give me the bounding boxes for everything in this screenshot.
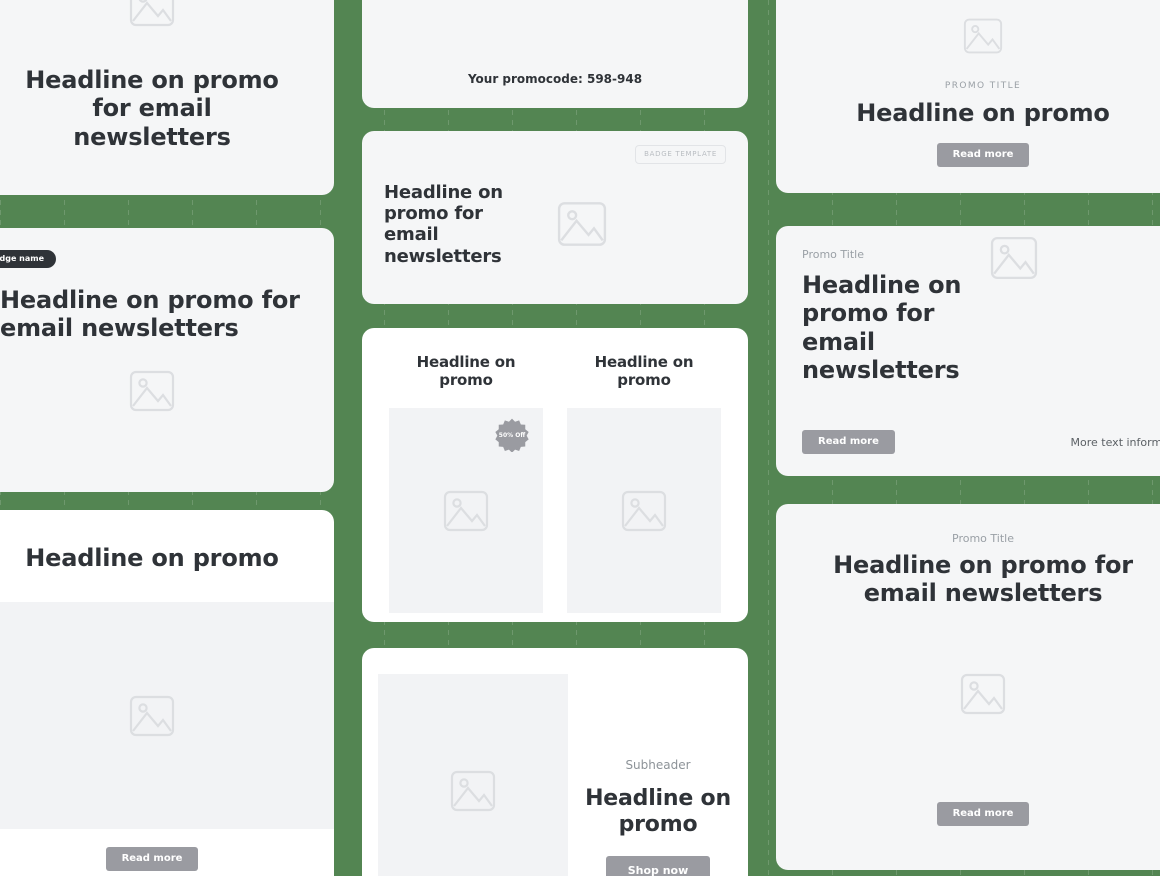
card-headline: Headline on promo for email newsletters: [0, 286, 300, 343]
promo-card-centered-full[interactable]: Promo Title Headline on promo for email …: [776, 504, 1160, 870]
image-placeholder-icon: [127, 369, 177, 413]
image-placeholder-icon: [448, 769, 498, 813]
promo-card-promo-title-caps[interactable]: Promo title Headline on promo Read more: [776, 0, 1160, 193]
card-footer: Read more More text information: [802, 430, 1160, 454]
image-placeholder-icon: [962, 17, 1004, 55]
read-more-button[interactable]: Read more: [802, 430, 895, 454]
promo-card-left-aligned[interactable]: Promo Title Headline on promo for email …: [776, 226, 1160, 476]
card-image-area: [378, 674, 568, 876]
image-placeholder-icon: [441, 489, 491, 533]
card-headline: Headline on promo for email newsletters: [25, 66, 279, 151]
card-subheader: Subheader: [625, 758, 691, 772]
card-headline: Headline on promo for email newsletters: [384, 182, 503, 267]
card-headline: Headline on promo: [856, 98, 1110, 127]
image-placeholder-icon: [988, 235, 1040, 281]
promo-card-promocode[interactable]: Your promocode: 598-948: [362, 0, 748, 108]
badge-template-chip: Badge template: [635, 145, 726, 164]
promo-card-badge-template[interactable]: Badge template Headline on promo for ema…: [362, 131, 748, 304]
promo-card-split-shop-now[interactable]: Subheader Headline on promo Shop now: [362, 648, 748, 876]
promo-card-badge-headline[interactable]: Badge name Headline on promo for email n…: [0, 228, 334, 492]
card-eyebrow: Promo Title: [952, 532, 1014, 545]
column-image-area: 50% Off: [389, 408, 543, 614]
shop-now-button[interactable]: Shop now: [605, 855, 711, 876]
promo-card-headline-image-button[interactable]: Headline on promo Read more: [0, 510, 334, 876]
card-headline: Headline on promo: [585, 786, 731, 837]
card-actions: Read more: [0, 847, 334, 872]
badge-name-pill: Badge name: [0, 250, 57, 268]
promo-column[interactable]: Headline on promo 50% Off: [389, 353, 543, 614]
template-gallery-board: Headline on promo for email newsletters …: [0, 0, 1160, 876]
card-body: Headline on promo for email newsletters: [802, 236, 1160, 384]
image-placeholder-icon: [127, 0, 177, 28]
promo-card-centered-headline[interactable]: Headline on promo for email newsletters: [0, 0, 334, 195]
image-placeholder-icon: [127, 694, 177, 738]
promo-card-two-column[interactable]: Headline on promo 50% Off Headline on pr…: [362, 328, 748, 622]
promo-column[interactable]: Headline on promo: [567, 353, 721, 614]
card-headline: Headline on promo for email newsletters: [833, 551, 1133, 608]
column-image-area: [567, 408, 721, 614]
image-placeholder-icon: [958, 672, 1008, 716]
read-more-button[interactable]: Read more: [105, 847, 199, 872]
image-placeholder-icon: [554, 200, 610, 248]
card-text-side: Subheader Headline on promo Shop now: [568, 674, 748, 876]
image-placeholder-icon: [619, 489, 669, 533]
discount-starburst-badge: 50% Off: [495, 418, 529, 453]
card-topbar: Badge template: [384, 145, 726, 164]
discount-label: 50% Off: [498, 431, 526, 439]
card-headline: Headline on promo for email newsletters: [802, 271, 962, 384]
promocode-text: Your promocode: 598-948: [467, 72, 643, 86]
card-headline: Headline on promo: [25, 544, 279, 572]
column-headline: Headline on promo: [416, 353, 516, 389]
card-footnote: More text information: [1070, 435, 1160, 449]
card-body: Headline on promo for email newsletters: [384, 182, 726, 267]
read-more-button[interactable]: Read more: [936, 801, 1030, 826]
column-headline: Headline on promo: [594, 353, 694, 389]
card-eyebrow: Promo title: [944, 80, 1022, 91]
card-image-area: [0, 602, 334, 830]
read-more-button[interactable]: Read more: [936, 143, 1030, 167]
card-eyebrow: Promo Title: [802, 248, 864, 261]
card-columns: Headline on promo 50% Off Headline on pr…: [389, 353, 721, 614]
